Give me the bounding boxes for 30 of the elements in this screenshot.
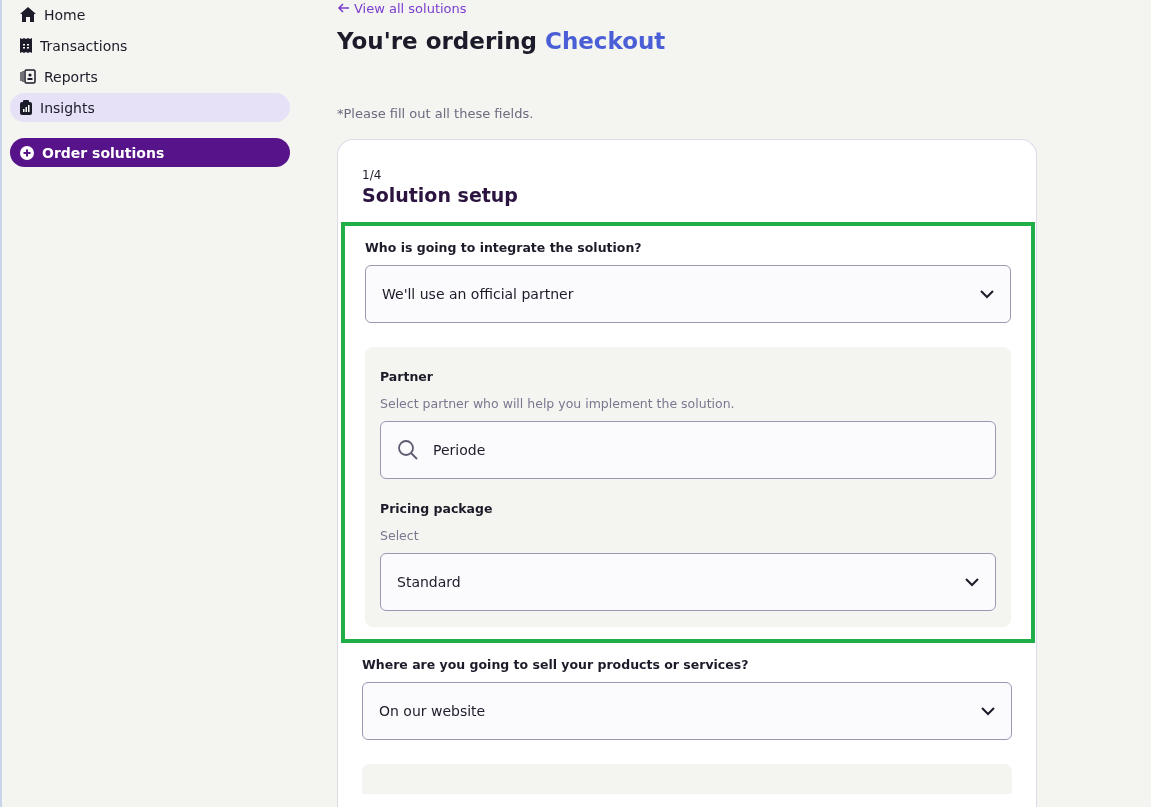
order-solutions-button[interactable]: Order solutions [10,138,290,167]
plus-circle-icon [20,145,34,160]
pricing-package-dropdown[interactable]: Standard [380,553,996,611]
sales-channel-dropdown[interactable]: On our website [362,682,1012,740]
field-label: Partner [380,369,434,384]
field-label: Where are you going to sell your products or services? [362,657,750,672]
step-counter: 1/4 [362,168,383,182]
field-label: Pricing package [380,501,494,516]
required-note: *Please fill out all these fields. [337,106,535,121]
chevron-down-icon [965,577,979,587]
section-heading: Solution setup [362,184,519,206]
page-title: You're ordering Checkout [337,28,667,54]
sidebar-item[interactable]: Insights [10,93,290,122]
home-icon [20,7,36,22]
sidebar-item[interactable]: Home [10,0,290,29]
integrator-dropdown[interactable]: We'll use an official partner [365,265,1011,323]
clipboard-chart-icon [20,100,32,115]
sidebar-item[interactable]: Reports [10,62,290,91]
back-link[interactable]: View all solutions [337,0,1037,16]
field-hint: Select [380,528,420,543]
field-hint: Select partner who will help you implement the solution. [380,396,736,411]
sidebar-item[interactable]: Transactions [10,31,290,60]
search-icon [397,439,419,461]
field-label: Who is going to integrate the solution? [365,240,643,255]
document-icon [20,69,36,84]
chevron-down-icon [980,289,994,299]
chevron-down-icon [981,706,995,716]
receipt-icon [20,38,32,53]
arrow-left-icon [337,3,350,13]
partner-search-field[interactable]: Periode [380,421,996,479]
